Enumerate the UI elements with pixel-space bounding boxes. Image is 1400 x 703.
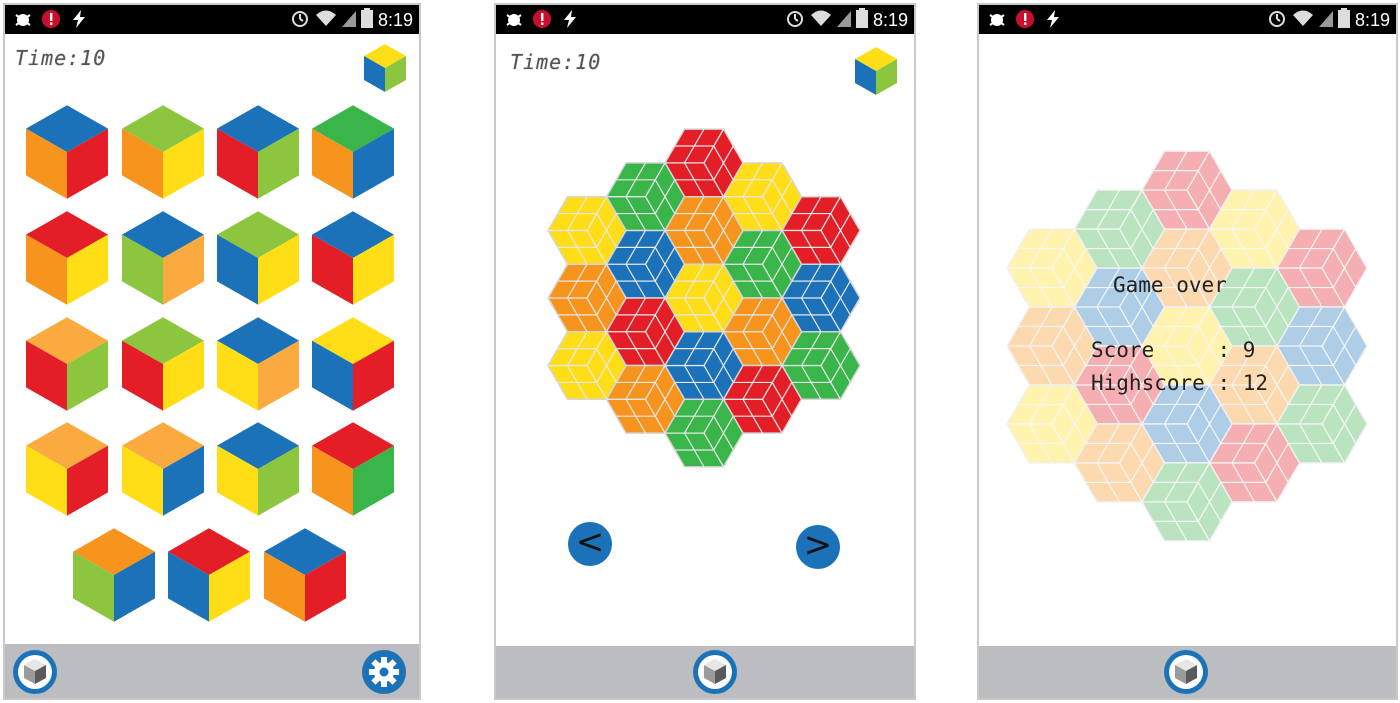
cube-home-icon[interactable]	[693, 650, 737, 694]
highscore-value: 12	[1242, 371, 1269, 395]
cube-home-icon[interactable]	[1164, 650, 1208, 694]
score-value: 9	[1242, 338, 1256, 362]
cube-option-1-1[interactable]	[122, 211, 204, 305]
next-button[interactable]: >	[796, 525, 840, 569]
cube-grid	[26, 105, 394, 622]
screen-game-over: 8:19 Game over Score : 9 Highscore : 12	[977, 3, 1398, 700]
cube-option-4-0[interactable]	[73, 528, 155, 622]
cube-option-0-1[interactable]	[122, 105, 204, 199]
cube-option-3-0[interactable]	[26, 422, 108, 516]
prev-button[interactable]: <	[568, 522, 612, 566]
cube-option-4-1[interactable]	[168, 528, 250, 622]
cube-option-3-2[interactable]	[217, 422, 299, 516]
score-label: Score	[1091, 338, 1155, 362]
highscore-row: Highscore : 12	[1091, 371, 1268, 395]
score-separator: :	[1217, 338, 1243, 362]
cube-home-icon[interactable]	[13, 650, 57, 694]
score-row: Score : 9	[1091, 338, 1255, 362]
cube-option-1-2[interactable]	[217, 211, 299, 305]
cube-option-4-2[interactable]	[264, 528, 346, 622]
cube-option-2-2[interactable]	[217, 317, 299, 411]
cube-option-0-2[interactable]	[217, 105, 299, 199]
cube-option-2-3[interactable]	[312, 317, 394, 411]
screen-game-board: 8:19 Time:10 < >	[494, 3, 916, 700]
highscore-label: Highscore	[1091, 371, 1205, 395]
screen-cube-select: 8:19 Time:10	[3, 3, 421, 700]
cube-option-3-3[interactable]	[312, 422, 394, 516]
bottom-bar	[979, 646, 1396, 698]
cube-option-0-3[interactable]	[312, 105, 394, 199]
bottom-bar	[5, 644, 419, 698]
cube-option-0-0[interactable]	[26, 105, 108, 199]
settings-gear-icon[interactable]	[362, 650, 406, 694]
cube-option-2-1[interactable]	[122, 317, 204, 411]
cube-option-1-0[interactable]	[26, 211, 108, 305]
game-over-title: Game over	[1113, 273, 1227, 297]
cube-option-3-1[interactable]	[122, 422, 204, 516]
bottom-bar	[496, 646, 914, 698]
faded-hex-board	[1006, 150, 1368, 542]
highscore-separator: :	[1217, 371, 1243, 395]
cube-option-2-0[interactable]	[26, 317, 108, 411]
hex-board[interactable]	[496, 5, 914, 485]
cube-option-1-3[interactable]	[312, 211, 394, 305]
